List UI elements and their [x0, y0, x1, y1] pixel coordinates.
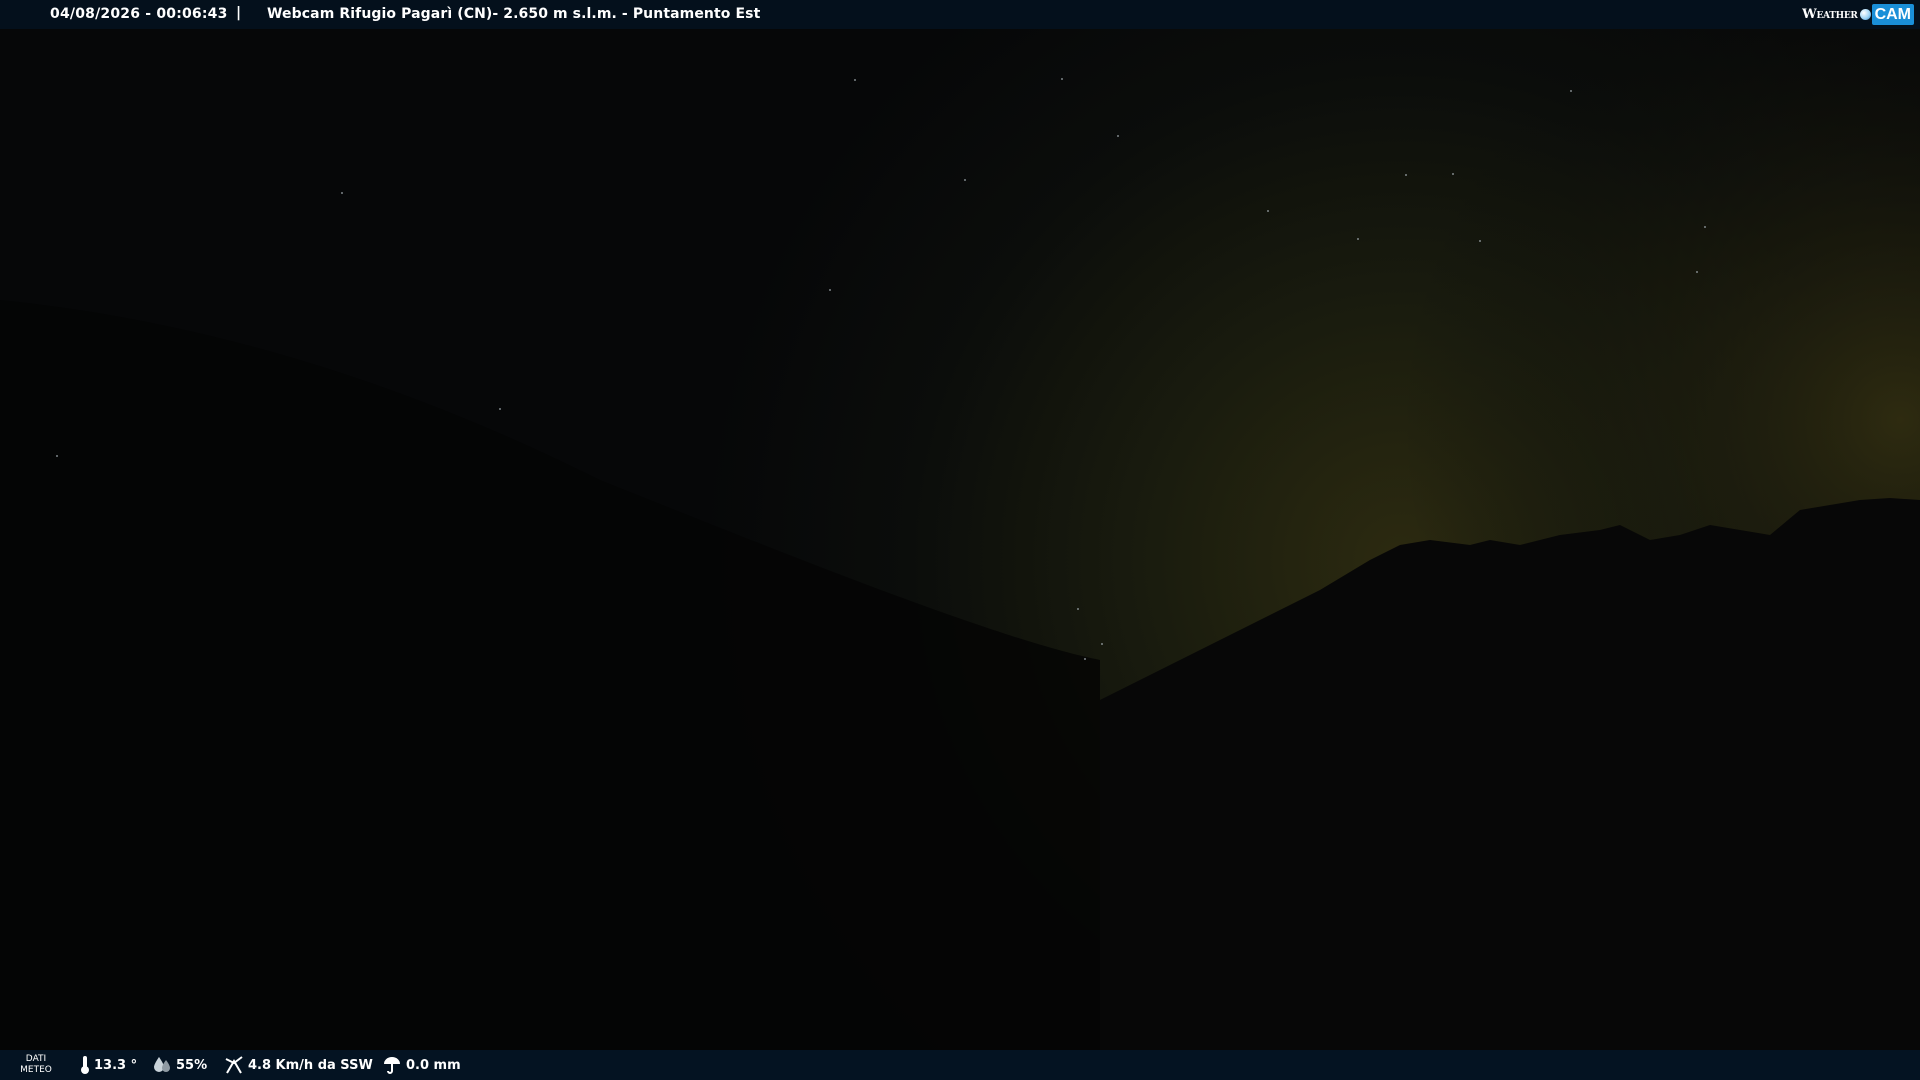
rain-value: 0.0 mm — [406, 1057, 461, 1073]
meteo-label-line2: METEO — [20, 1065, 52, 1075]
webcam-header-bar: 04/08/2026 - 00:06:43 | Webcam Rifugio P… — [0, 0, 1920, 29]
thermometer-icon — [81, 1056, 89, 1074]
webcam-night-image — [0, 0, 1920, 1080]
humidity-value: 55% — [176, 1057, 208, 1073]
logo-ball-icon — [1859, 9, 1871, 20]
humidity-icon — [154, 1057, 170, 1072]
meteo-label: DATI METEO — [20, 1054, 52, 1076]
webcam-datetime: 04/08/2026 - 00:06:43 — [50, 6, 228, 22]
meteo-label-line1: DATI — [25, 1054, 47, 1064]
temperature-value: 13.3 ° — [94, 1057, 138, 1073]
rain-reading: 0.0 mm — [382, 1050, 461, 1080]
header-separator: | — [236, 5, 242, 21]
rain-icon — [384, 1057, 400, 1074]
temperature-reading: 13.3 ° — [80, 1050, 137, 1080]
webcam-title: Webcam Rifugio Pagarì (CN)- 2.650 m s.l.… — [267, 6, 761, 22]
logo-cam-text: CAM — [1871, 4, 1914, 25]
wind-value: 4.8 Km/h da SSW — [248, 1057, 373, 1073]
weathercam-logo: Weather CAM — [1802, 4, 1914, 25]
wind-icon — [225, 1056, 243, 1074]
logo-weather-text: Weather — [1802, 7, 1858, 22]
webcam-frame: 04/08/2026 - 00:06:43 | Webcam Rifugio P… — [0, 0, 1920, 1080]
meteo-bar: DATI METEO 13.3 ° 55% 4.8 Km/h da SSW 0.… — [0, 1050, 1920, 1080]
humidity-reading: 55% — [152, 1050, 207, 1080]
wind-reading: 4.8 Km/h da SSW — [224, 1050, 373, 1080]
